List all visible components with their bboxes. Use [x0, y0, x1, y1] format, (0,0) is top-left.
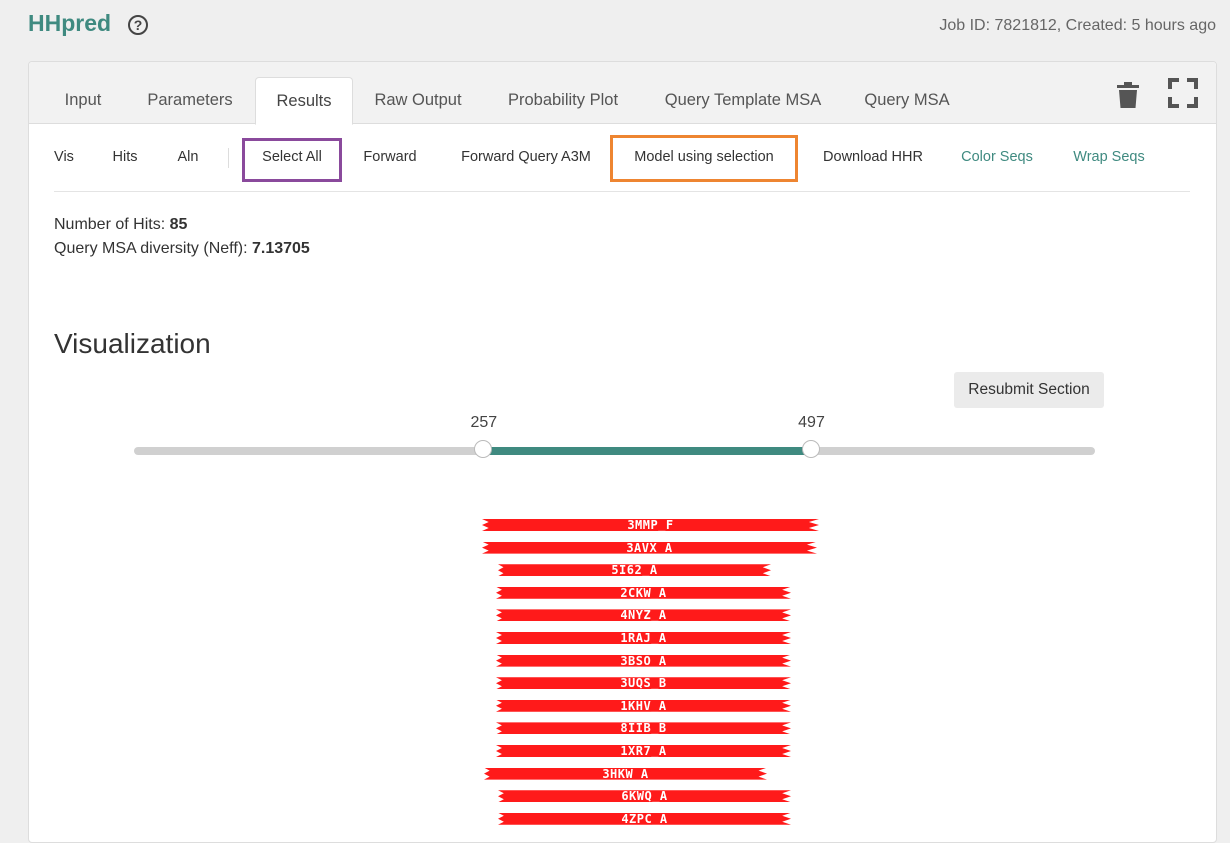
tab-query-template-msa[interactable]: Query Template MSA	[649, 78, 837, 123]
hit-bar-6kwq_a[interactable]: 6KWQ_A	[498, 790, 791, 803]
hit-bar-3uqs_b[interactable]: 3UQS_B	[496, 677, 791, 690]
app-title: HHpred	[28, 10, 112, 36]
results-panel: Input Parameters Results Raw Output Prob…	[28, 61, 1217, 843]
slider-min-value: 257	[470, 414, 498, 431]
forward-button[interactable]: Forward	[360, 123, 420, 191]
hits-button[interactable]: Hits	[110, 123, 140, 191]
hit-bar-3bso_a[interactable]: 3BSO_A	[496, 654, 791, 667]
color-seqs-button[interactable]: Color Seqs	[958, 123, 1036, 191]
hit-bar-1khv_a[interactable]: 1KHV_A	[496, 699, 791, 712]
hits-count-line: Number of Hits: 85	[54, 213, 310, 237]
job-info: Job ID: 7821812, Created: 5 hours ago	[939, 17, 1216, 34]
select-all-button[interactable]: Select All	[242, 123, 342, 191]
slider-handle-max[interactable]	[801, 440, 820, 458]
wrap-seqs-button[interactable]: Wrap Seqs	[1068, 123, 1150, 191]
range-slider[interactable]: 257 497	[134, 414, 1095, 458]
neff-value: 7.13705	[251, 240, 310, 257]
hit-bar-4zpc_a[interactable]: 4ZPC_A	[498, 812, 791, 825]
results-stats: Number of Hits: 85 Query MSA diversity (…	[54, 213, 310, 261]
tab-query-msa[interactable]: Query MSA	[849, 78, 965, 123]
hit-bar-3avx_a[interactable]: 3AVX_A	[482, 541, 817, 554]
visualization-title: Visualization	[54, 328, 211, 359]
hit-bar-3mmp_f[interactable]: 3MMP_F	[482, 519, 819, 531]
model-using-selection-button[interactable]: Model using selection	[610, 123, 798, 191]
tab-strip: Input Parameters Results Raw Output Prob…	[29, 62, 1216, 125]
download-hhr-button[interactable]: Download HHR	[816, 123, 930, 191]
help-circle-icon[interactable]: ?	[128, 15, 148, 35]
tab-input[interactable]: Input	[44, 78, 122, 123]
hits-count-value: 85	[169, 216, 188, 233]
hit-bar-5i62_a[interactable]: 5I62_A	[498, 564, 771, 577]
fullscreen-icon[interactable]	[1168, 78, 1198, 108]
hit-bar-1xr7_a[interactable]: 1XR7_A	[496, 745, 791, 757]
hit-bar-1raj_a[interactable]: 1RAJ_A	[496, 632, 791, 644]
hit-bar-8iib_b[interactable]: 8IIB_B	[496, 722, 791, 735]
forward-query-a3m-button[interactable]: Forward Query A3M	[454, 123, 598, 191]
resubmit-section-button[interactable]: Resubmit Section	[954, 372, 1104, 408]
tab-probability-plot[interactable]: Probability Plot	[493, 78, 633, 123]
neff-line: Query MSA diversity (Neff): 7.13705	[54, 237, 310, 261]
trash-icon[interactable]	[1116, 81, 1140, 109]
vis-button[interactable]: Vis	[54, 123, 74, 191]
toolbar-divider	[228, 148, 229, 168]
slider-max-value: 497	[798, 414, 825, 431]
tab-results[interactable]: Results	[255, 77, 353, 125]
slider-range-fill	[483, 447, 812, 455]
hits-count-label: Number of Hits:	[54, 216, 166, 233]
slider-handle-min[interactable]	[473, 440, 492, 458]
hit-bar-3hkw_a[interactable]: 3HKW_A	[484, 767, 767, 780]
tab-raw-output[interactable]: Raw Output	[359, 78, 477, 123]
neff-label: Query MSA diversity (Neff):	[54, 240, 248, 257]
hit-bar-2ckw_a[interactable]: 2CKW_A	[496, 586, 791, 599]
aln-button[interactable]: Aln	[174, 123, 202, 191]
hit-bar-4nyz_a[interactable]: 4NYZ_A	[496, 609, 791, 622]
results-toolbar: Vis Hits Aln Select All Forward Forward …	[54, 123, 1190, 192]
tab-parameters[interactable]: Parameters	[134, 78, 246, 123]
